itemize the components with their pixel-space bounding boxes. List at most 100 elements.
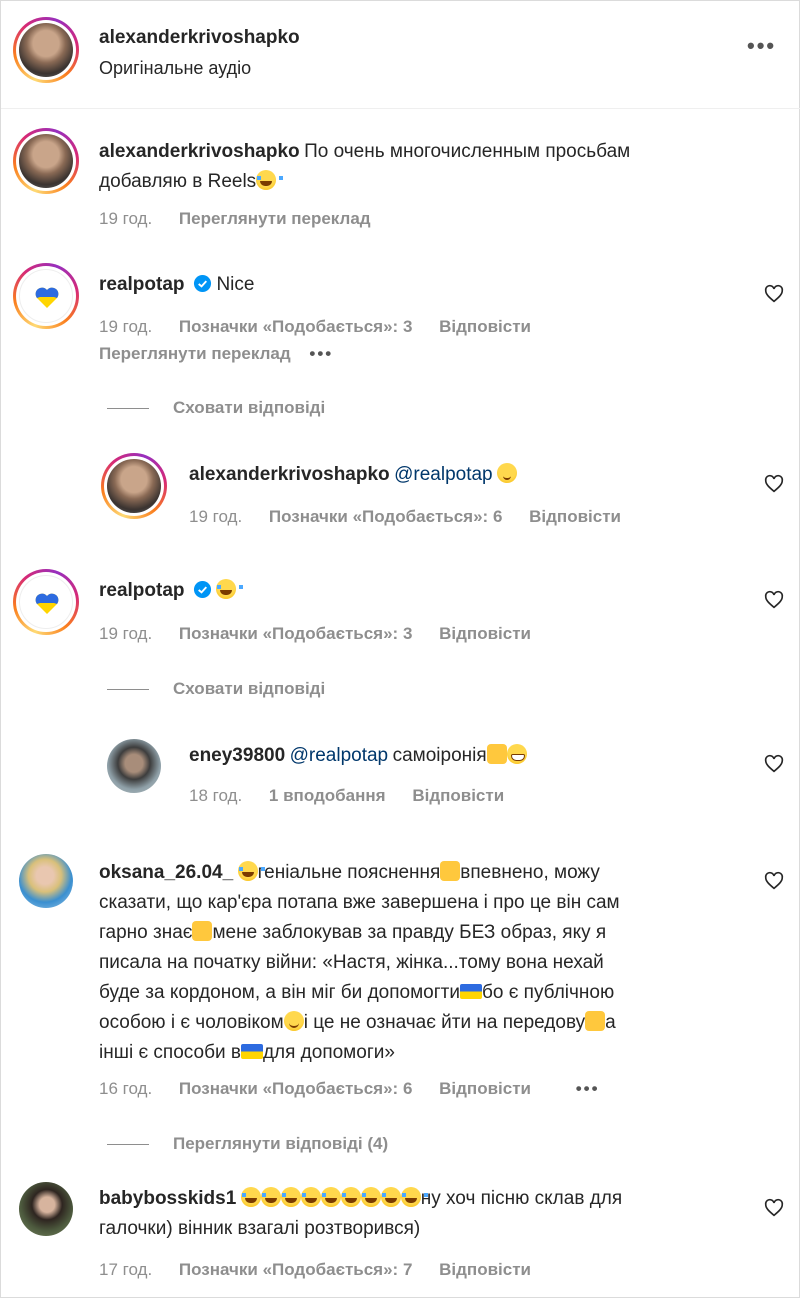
reply-username[interactable]: eney39800: [189, 745, 285, 766]
see-translation-link[interactable]: Переглянути переклад: [99, 344, 291, 363]
comment-meta: 17 год. Позначки «Подобається»: 7 Відпов…: [99, 1259, 553, 1281]
comment-3-line4: писала на початку війни: «Настя, жінка..…: [99, 952, 604, 973]
comment-username[interactable]: realpotap: [99, 580, 185, 601]
comment-text: Nice: [216, 274, 255, 295]
comment-1-body: realpotap Nice: [99, 270, 254, 301]
ok-hand-emoji-icon: [486, 744, 507, 764]
reply-button[interactable]: Відповісти: [412, 786, 504, 805]
more-horizontal-icon[interactable]: •••: [747, 33, 776, 59]
see-translation-link[interactable]: Переглянути переклад: [179, 209, 371, 228]
comment-meta-2: Переглянути переклад •••: [99, 343, 355, 365]
reply-button[interactable]: Відповісти: [439, 1079, 531, 1098]
comment-time: 16 год.: [99, 1079, 153, 1098]
likes-count[interactable]: Позначки «Подобається»: 6: [179, 1079, 412, 1098]
laughing-emoji-icon: [380, 1187, 408, 1207]
comment-2-body: realpotap: [99, 576, 244, 607]
comment-avatar[interactable]: [13, 263, 79, 329]
likes-count[interactable]: Позначки «Подобається»: 6: [269, 507, 502, 526]
verified-badge-icon: [193, 274, 212, 293]
caption-avatar[interactable]: [13, 128, 79, 194]
reply-button[interactable]: Відповісти: [529, 507, 621, 526]
likes-count[interactable]: Позначки «Подобається»: 3: [179, 624, 412, 643]
winking-emoji-icon: [497, 463, 518, 483]
laughing-emoji-icon: [256, 170, 284, 190]
grinning-emoji-icon: [506, 744, 527, 764]
likes-count[interactable]: Позначки «Подобається»: 3: [179, 317, 412, 336]
comment-avatar[interactable]: [19, 854, 73, 908]
comment-username[interactable]: oksana_26.04_: [99, 862, 233, 883]
reply-time: 18 год.: [189, 786, 243, 805]
reply-avatar[interactable]: [101, 453, 167, 519]
laughing-emoji-icon: [360, 1187, 388, 1207]
post-header: alexanderkrivoshapko Оригінальне аудіо •…: [1, 1, 800, 109]
heart-outline-icon[interactable]: [763, 870, 785, 892]
comment-avatar[interactable]: [13, 569, 79, 635]
reply-body: eney39800 @realpotap самоіронія: [189, 741, 527, 772]
reply-button[interactable]: Відповісти: [439, 317, 531, 336]
reply-button[interactable]: Відповісти: [439, 624, 531, 643]
comment-username[interactable]: babybosskids1: [99, 1188, 236, 1209]
comment-3-line5: буде за кордоном, а він міг би допомогти…: [99, 982, 615, 1003]
laughing-emoji-icon: [260, 1187, 288, 1207]
flexed-biceps-emoji-icon: [585, 1011, 606, 1031]
laughing-emoji-icon: [320, 1187, 348, 1207]
clapping-emoji-icon: [440, 861, 461, 881]
laughing-emoji-icon: [340, 1187, 368, 1207]
reply-button[interactable]: Відповісти: [439, 1260, 531, 1279]
view-replies-toggle[interactable]: Переглянути відповіді (4): [107, 1134, 388, 1154]
caption-meta: 19 год. Переглянути переклад: [99, 208, 393, 230]
caption-username[interactable]: alexanderkrivoshapko: [99, 141, 300, 162]
caption-time: 19 год.: [99, 209, 153, 228]
laughing-emoji-icon: [280, 1187, 308, 1207]
heart-outline-icon[interactable]: [763, 1197, 785, 1219]
pointing-hand-emoji-icon: [192, 921, 213, 941]
comment-meta: 19 год. Позначки «Подобається»: 3 Відпов…: [99, 316, 553, 338]
comment-4-line1: babybosskids1 ну хоч пісню склав для: [99, 1187, 623, 1209]
reply-body: alexanderkrivoshapko @realpotap: [189, 460, 518, 491]
laughing-emoji-icon: [240, 1187, 268, 1207]
mention-link[interactable]: @realpotap: [394, 464, 493, 485]
ukraine-flag-icon: [459, 984, 482, 999]
comment-4-line2: галочки) вінник взагалі розтворився): [99, 1218, 421, 1239]
divider: [107, 689, 149, 691]
heart-outline-icon[interactable]: [763, 753, 785, 775]
caption-text: alexanderkrivoshapko По очень многочисле…: [99, 137, 630, 168]
header-subtitle[interactable]: Оригінальне аудіо: [99, 53, 251, 83]
heart-outline-icon[interactable]: [763, 283, 785, 305]
laughing-emoji-icon: [237, 861, 265, 881]
ukraine-heart-logo-icon: [35, 593, 59, 614]
more-horizontal-icon[interactable]: •••: [576, 1079, 600, 1098]
comment-time: 17 год.: [99, 1260, 153, 1279]
divider: [107, 408, 149, 410]
more-horizontal-icon[interactable]: •••: [309, 344, 333, 363]
comment-3-line2: сказати, що кар'єра потапа вже завершена…: [99, 892, 620, 913]
hide-replies-toggle[interactable]: Сховати відповіді: [107, 398, 325, 418]
laughing-emoji-icon: [400, 1187, 428, 1207]
comment-meta: 19 год. Позначки «Подобається»: 3 Відпов…: [99, 623, 553, 645]
mention-link[interactable]: @realpotap: [290, 745, 389, 766]
author-avatar[interactable]: [13, 17, 79, 83]
laughing-emoji-icon: [300, 1187, 328, 1207]
comment-avatar[interactable]: [19, 1182, 73, 1236]
laughing-emoji-row: [240, 1187, 428, 1208]
comment-3-line1: oksana_26.04_ геніальне пояснення впевнен…: [99, 861, 600, 883]
hide-replies-toggle[interactable]: Сховати відповіді: [107, 679, 325, 699]
comment-3-line6: особою і є чоловіком і це не означає йти …: [99, 1011, 616, 1033]
reply-text: самоіронія: [392, 745, 487, 766]
verified-badge-icon: [193, 580, 212, 599]
comment-3-line3: гарно знає мене заблокував за правду БЕЗ …: [99, 921, 607, 943]
comment-username[interactable]: realpotap: [99, 274, 185, 295]
likes-count[interactable]: Позначки «Подобається»: 7: [179, 1260, 412, 1279]
ukraine-heart-logo-icon: [35, 287, 59, 308]
reply-avatar[interactable]: [107, 739, 161, 793]
heart-outline-icon[interactable]: [763, 589, 785, 611]
header-username[interactable]: alexanderkrivoshapko: [99, 23, 300, 53]
reply-meta: 18 год. 1 вподобання Відповісти: [189, 785, 526, 807]
caption-text-line2: добавляю в Reels: [99, 167, 284, 198]
heart-outline-icon[interactable]: [763, 473, 785, 495]
comment-time: 19 год.: [99, 624, 153, 643]
reply-username[interactable]: alexanderkrivoshapko: [189, 464, 390, 485]
likes-count[interactable]: 1 вподобання: [269, 786, 386, 805]
divider: [107, 1144, 149, 1146]
caption-line1: По очень многочисленным просьбам: [304, 141, 631, 162]
